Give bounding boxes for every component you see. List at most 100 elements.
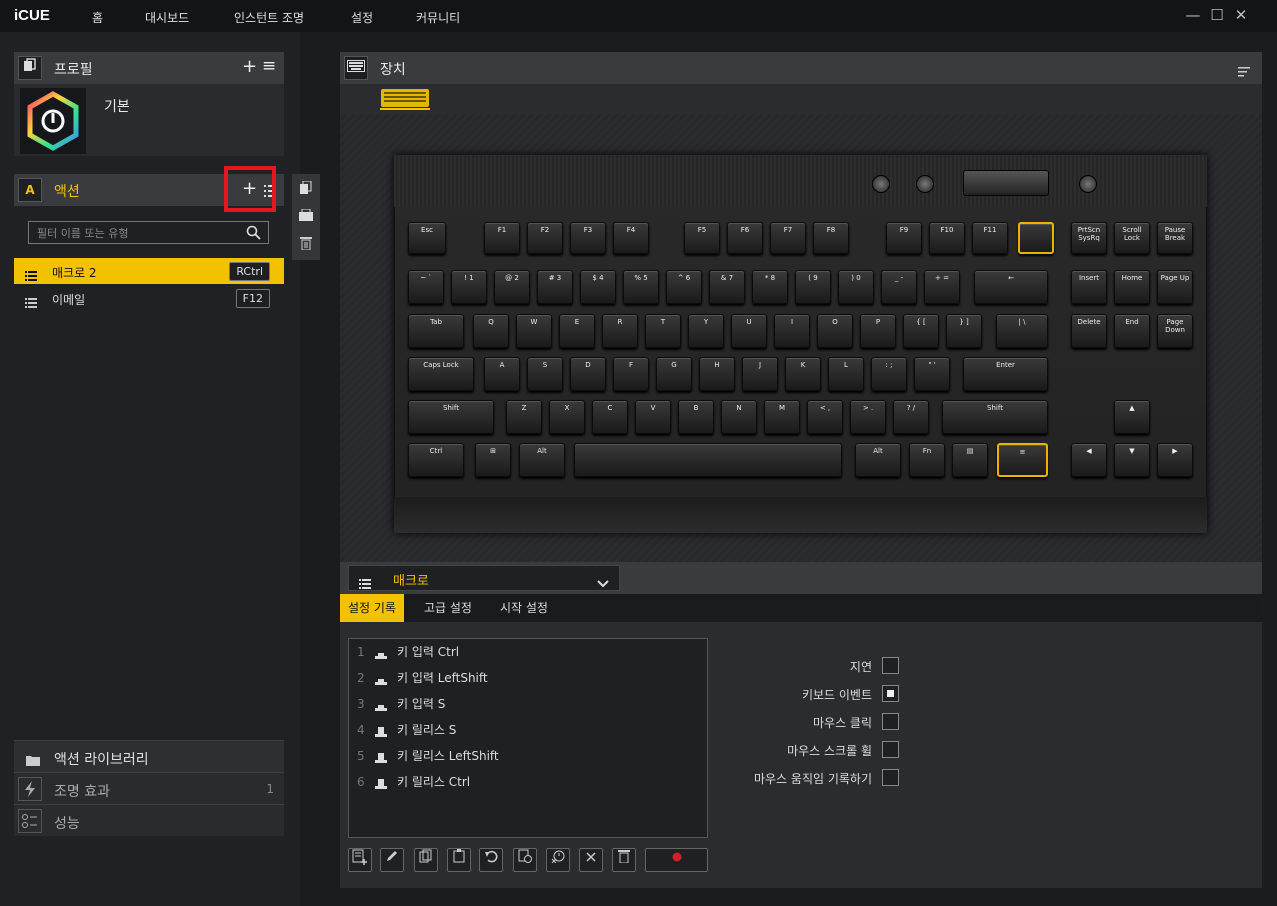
option-checkbox[interactable]: [882, 713, 899, 730]
keyboard-key[interactable]: } ]: [946, 314, 982, 348]
tab-record[interactable]: 설정 기록: [340, 594, 404, 622]
keyboard-key[interactable]: Home: [1114, 270, 1150, 304]
keyboard-key[interactable]: X: [549, 400, 585, 434]
keyboard-key[interactable]: & 7: [709, 270, 745, 304]
keyboard-key[interactable]: W: [516, 314, 552, 348]
keyboard-key[interactable]: > .: [850, 400, 886, 434]
keyboard-key[interactable]: D: [570, 357, 606, 391]
keyboard-key[interactable]: Q: [473, 314, 509, 348]
undo-icon[interactable]: [479, 848, 503, 872]
keyboard-key[interactable]: L: [828, 357, 864, 391]
keyboard-key[interactable]: C: [592, 400, 628, 434]
keyboard-key[interactable]: % 5: [623, 270, 659, 304]
keyboard-key[interactable]: P: [860, 314, 896, 348]
option-checkbox[interactable]: [882, 685, 899, 702]
keyboard-key[interactable]: S: [527, 357, 563, 391]
arrow-up-key[interactable]: ▲: [1114, 400, 1150, 434]
paste-step-icon[interactable]: [447, 848, 471, 872]
edit-icon[interactable]: [380, 848, 404, 872]
keyboard-key[interactable]: Alt: [519, 443, 565, 477]
keyboard-key[interactable]: Enter: [963, 357, 1048, 391]
keyboard-key[interactable]: # 3: [537, 270, 573, 304]
record-row[interactable]: 2 키 입력 LeftShift: [357, 669, 697, 695]
keyboard-key[interactable]: : ;: [871, 357, 907, 391]
keyboard-key[interactable]: Tab: [408, 314, 464, 348]
keyboard-key[interactable]: Pause Break: [1157, 222, 1193, 254]
keyboard-key[interactable]: ▤: [952, 443, 988, 477]
keyboard-key[interactable]: PrtScn SysRq: [1071, 222, 1107, 254]
clear-delays-icon[interactable]: [546, 848, 570, 872]
add-step-icon[interactable]: [348, 848, 372, 872]
keyboard-key[interactable]: Insert: [1071, 270, 1107, 304]
record-row[interactable]: 4 키 릴리스 S: [357, 721, 697, 747]
keyboard-key[interactable]: F9: [886, 222, 922, 254]
tab-startup[interactable]: 시작 설정: [492, 594, 556, 622]
copy-step-icon[interactable]: [414, 848, 438, 872]
keyboard-key[interactable]: Alt: [855, 443, 901, 477]
keyboard-key[interactable]: Page Up: [1157, 270, 1193, 304]
option-checkbox[interactable]: [882, 741, 899, 758]
record-row[interactable]: 5 키 릴리스 LeftShift: [357, 747, 697, 773]
keyboard-key[interactable]: + =: [924, 270, 960, 304]
tab-advanced[interactable]: 고급 설정: [416, 594, 480, 622]
keyboard-key[interactable]: F8: [813, 222, 849, 254]
keyboard-key[interactable]: U: [731, 314, 767, 348]
keyboard-key[interactable]: Page Down: [1157, 314, 1193, 348]
keyboard-key[interactable]: F11: [972, 222, 1008, 254]
record-row[interactable]: 3 키 입력 S: [357, 695, 697, 721]
keyboard-key[interactable]: N: [721, 400, 757, 434]
keyboard-key[interactable]: F2: [527, 222, 563, 254]
keyboard-key[interactable]: $ 4: [580, 270, 616, 304]
record-row[interactable]: 1 키 입력 Ctrl: [357, 643, 697, 669]
keyboard-key[interactable]: B: [678, 400, 714, 434]
keyboard-key[interactable]: H: [699, 357, 735, 391]
keyboard-key[interactable]: ? /: [893, 400, 929, 434]
keyboard-key[interactable]: End: [1114, 314, 1150, 348]
macro-type-select[interactable]: 매크로: [348, 565, 620, 591]
keyboard-key[interactable]: Shift: [408, 400, 494, 434]
keyboard-key[interactable]: F5: [684, 222, 720, 254]
keyboard-key[interactable]: ) 0: [838, 270, 874, 304]
option-checkbox[interactable]: [882, 769, 899, 786]
timed-step-icon[interactable]: [513, 848, 537, 872]
keyboard-key[interactable]: Delete: [1071, 314, 1107, 348]
keyboard-key[interactable]: " ': [914, 357, 950, 391]
keyboard-key[interactable]: Esc: [408, 222, 446, 254]
delete-icon[interactable]: [612, 848, 636, 872]
keyboard-key[interactable]: O: [817, 314, 853, 348]
keyboard-key[interactable]: Shift: [942, 400, 1048, 434]
keyboard-key[interactable]: K: [785, 357, 821, 391]
arrow-down-key[interactable]: ▼: [1114, 443, 1150, 477]
option-checkbox[interactable]: [882, 657, 899, 674]
arrow-left-key[interactable]: ◀: [1071, 443, 1107, 477]
keyboard-key[interactable]: F7: [770, 222, 806, 254]
macro-key-selected[interactable]: ≡: [997, 443, 1048, 477]
keyboard-key[interactable]: * 8: [752, 270, 788, 304]
keyboard-key[interactable]: ←: [974, 270, 1048, 304]
keyboard-key[interactable]: Scroll Lock: [1114, 222, 1150, 254]
record-button[interactable]: [645, 848, 708, 872]
keyboard-key[interactable]: F3: [570, 222, 606, 254]
keyboard-key[interactable]: V: [635, 400, 671, 434]
keyboard-key[interactable]: A: [484, 357, 520, 391]
chevron-down-icon[interactable]: [597, 573, 609, 592]
record-row[interactable]: 6 키 릴리스 Ctrl: [357, 773, 697, 799]
keyboard-key[interactable]: Ctrl: [408, 443, 464, 477]
arrow-right-key[interactable]: ▶: [1157, 443, 1193, 477]
keyboard-key[interactable]: M: [764, 400, 800, 434]
keyboard-key[interactable]: F10: [929, 222, 965, 254]
keyboard-key[interactable]: Caps Lock: [408, 357, 474, 391]
keyboard-key[interactable]: F4: [613, 222, 649, 254]
keyboard-key[interactable]: Y: [688, 314, 724, 348]
keyboard-key[interactable]: I: [774, 314, 810, 348]
keyboard-key[interactable]: @ 2: [494, 270, 530, 304]
keyboard-key[interactable]: _ -: [881, 270, 917, 304]
keyboard-key[interactable]: E: [559, 314, 595, 348]
keyboard-key[interactable]: F: [613, 357, 649, 391]
keyboard-key[interactable]: R: [602, 314, 638, 348]
keyboard-key[interactable]: ⊞: [475, 443, 511, 477]
keyboard-key[interactable]: ~ `: [408, 270, 444, 304]
keyboard-key[interactable]: | \: [996, 314, 1048, 348]
keyboard-key[interactable]: < ,: [807, 400, 843, 434]
record-list[interactable]: 1 키 입력 Ctrl 2 키 입력 LeftShift 3 키 입력 S 4 키 릴리스 S…: [348, 638, 708, 838]
